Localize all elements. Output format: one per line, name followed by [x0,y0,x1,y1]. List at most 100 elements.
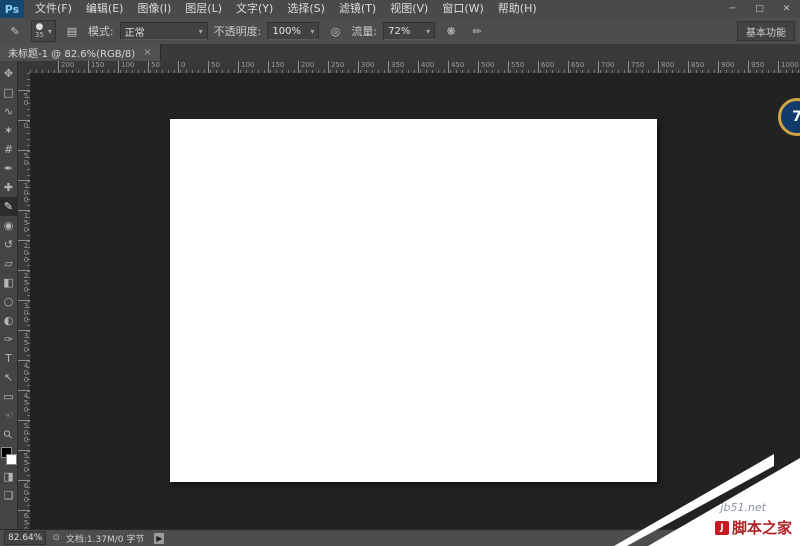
zoom-tool-button[interactable]: ⚲ [0,425,18,444]
screen-mode-button[interactable]: ❏ [0,486,18,505]
document-tab-title: 未标题-1 @ 82.6%(RGB/8) [8,45,135,60]
crop-tool-button[interactable]: # [0,140,18,159]
brush-tool-icon: ✎ [4,201,13,212]
menu-window[interactable]: 窗口(W) [435,0,490,18]
v-ruler-label: 100 [18,180,30,203]
h-ruler-label: 50 [208,61,220,73]
dodge-tool-icon: ◐ [4,315,14,326]
clone-stamp-tool-icon: ◉ [4,220,14,231]
menu-type[interactable]: 文字(Y) [229,0,280,18]
rectangular-marquee-tool-button[interactable]: □ [0,83,18,102]
quick-selection-tool-button[interactable]: ✶ [0,121,18,140]
document-tab-bar: 未标题-1 @ 82.6%(RGB/8) × [0,44,800,62]
v-ruler-label: 600 [18,480,30,503]
window-controls: ─□✕ [719,0,800,18]
canvas-area[interactable] [30,73,800,530]
color-swatches[interactable] [1,447,17,465]
v-ruler-label: 300 [18,300,30,323]
close-icon[interactable]: × [143,47,151,58]
brush-panel-toggle-icon[interactable]: ▤ [62,22,82,40]
v-ruler-label: 550 [18,450,30,473]
mode-value: 正常 [125,24,145,39]
zoom-tool-icon: ⚲ [2,428,15,441]
h-ruler-label: 750 [628,61,644,73]
pen-tool-icon: ✑ [4,334,13,345]
rectangle-tool-button[interactable]: ▭ [0,387,18,406]
rectangle-tool-icon: ▭ [3,391,13,402]
opacity-dropdown[interactable]: 100% ▾ [267,22,319,40]
pen-tool-button[interactable]: ✑ [0,330,18,349]
h-ruler-label: 950 [748,61,764,73]
h-ruler-label: 100 [238,61,254,73]
spot-healing-brush-tool-button[interactable]: ✚ [0,178,18,197]
flow-label: 流量: [351,23,377,39]
clone-stamp-tool-button[interactable]: ◉ [0,216,18,235]
brush-preset-picker[interactable]: ● 35 ▾ [31,20,56,42]
v-ruler-label: 500 [18,420,30,443]
h-ruler-label: 200 [298,61,314,73]
tablet-pressure-opacity-icon[interactable]: ◎ [325,22,345,40]
h-ruler-label: 0 [178,61,185,73]
h-ruler-label: 450 [448,61,464,73]
gradient-tool-button[interactable]: ◧ [0,273,18,292]
document-info[interactable]: 文档:1.37M/0 字节 [66,532,144,545]
blur-tool-button[interactable]: ○ [0,292,18,311]
menu-help[interactable]: 帮助(H) [491,0,544,18]
mode-label: 模式: [88,23,114,39]
mode-dropdown[interactable]: 正常 ▾ [120,22,208,40]
flow-value: 72% [388,26,410,37]
v-ruler-label: 650 [18,510,30,530]
document-tab[interactable]: 未标题-1 @ 82.6%(RGB/8) × [0,44,161,61]
flow-dropdown[interactable]: 72% ▾ [383,22,435,40]
airbrush-icon[interactable]: ❋ [441,22,461,40]
type-tool-button[interactable]: T [0,349,18,368]
h-ruler-label: 250 [328,61,344,73]
zoom-level-field[interactable]: 82.64% [4,531,46,545]
rectangular-marquee-tool-icon: □ [3,87,13,98]
eraser-tool-button[interactable]: ▱ [0,254,18,273]
v-ruler-label: 0 [18,120,30,129]
chevron-down-icon: ▾ [426,27,430,36]
tablet-pressure-size-icon[interactable]: ✏ [467,22,487,40]
menu-view[interactable]: 视图(V) [383,0,435,18]
quick-mask-button-icon: ◨ [3,471,13,482]
dodge-tool-button[interactable]: ◐ [0,311,18,330]
brush-tool-button[interactable]: ✎ [0,197,18,216]
quick-mask-button[interactable]: ◨ [0,467,18,486]
eraser-tool-icon: ▱ [4,258,12,269]
v-ruler-label: 50 [18,150,30,166]
v-ruler-label: 250 [18,270,30,293]
menu-edit[interactable]: 编辑(E) [79,0,131,18]
menu-image[interactable]: 图像(I) [130,0,178,18]
type-tool-icon: T [5,353,12,364]
h-ruler-label: 50 [148,61,160,73]
spot-healing-brush-tool-icon: ✚ [4,182,13,193]
v-ruler-label: 150 [18,210,30,233]
tools-panel: ✥ □ ∿✶#✒ ✚ ✎ ◉ ↺ ▱ ◧ ○ ◐ ✑ T ↖ ▭ ☜ ⚲ ◨ ❏ [0,61,18,530]
tool-preset-icon[interactable]: ✎ [5,22,25,40]
menu-select[interactable]: 选择(S) [280,0,332,18]
minimize-button[interactable]: ─ [719,0,746,18]
move-tool-button[interactable]: ✥ [0,64,18,83]
path-selection-tool-button[interactable]: ↖ [0,368,18,387]
eyedropper-tool-button[interactable]: ✒ [0,159,18,178]
workspace-switcher-button[interactable]: 基本功能 [737,21,795,41]
menu-file[interactable]: 文件(F) [28,0,79,18]
status-arrow-icon[interactable]: ▶ [154,533,164,544]
v-ruler-label: 350 [18,330,30,353]
background-color-swatch[interactable] [6,454,17,465]
history-brush-tool-button[interactable]: ↺ [0,235,18,254]
tool-list: ✥ □ ∿✶#✒ ✚ ✎ ◉ ↺ ▱ ◧ ○ ◐ ✑ T ↖ ▭ ☜ ⚲ [0,64,18,444]
gradient-tool-icon: ◧ [3,277,13,288]
hand-tool-button[interactable]: ☜ [0,406,18,425]
h-ruler-label: 100 [118,61,134,73]
close-button[interactable]: ✕ [773,0,800,18]
menu-layer[interactable]: 图层(L) [178,0,229,18]
chevron-down-icon: ▾ [48,27,52,36]
lasso-tool-button[interactable]: ∿ [0,102,18,121]
document-canvas[interactable] [170,119,657,482]
h-ruler-label: 650 [568,61,584,73]
hand-tool-icon: ☜ [4,410,14,421]
maximize-button[interactable]: □ [746,0,773,18]
menu-filter[interactable]: 滤镜(T) [332,0,383,18]
